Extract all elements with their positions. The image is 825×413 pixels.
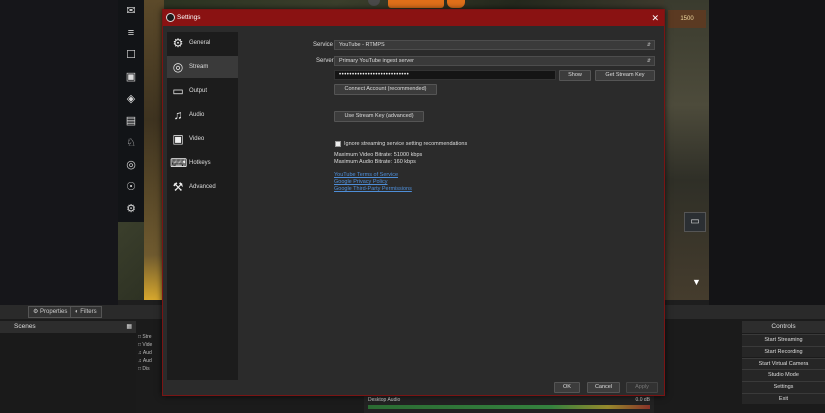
- volume-meter: [368, 405, 650, 409]
- nav-item-label: Output: [189, 88, 208, 94]
- properties-button[interactable]: ⚙ Properties: [28, 306, 73, 318]
- speaker-icon: ♫: [173, 108, 183, 122]
- properties-label: Properties: [40, 309, 68, 315]
- antenna-icon: ◎: [172, 60, 184, 74]
- ignore-recommendations-checkbox[interactable]: [335, 141, 341, 147]
- start-recording-button[interactable]: Start Recording: [742, 345, 825, 358]
- ignore-recommendations-label: Ignore streaming service setting recomme…: [344, 141, 468, 147]
- chat-icon[interactable]: ▭: [684, 212, 706, 232]
- connect-account-button[interactable]: Connect Account (recommended): [334, 84, 437, 95]
- layers-icon[interactable]: ◈: [124, 92, 138, 106]
- ok-button[interactable]: OK: [554, 382, 580, 393]
- scenes-header: Scenes ▦: [0, 321, 136, 333]
- source-name: Vide: [142, 342, 153, 348]
- google-permissions-link[interactable]: Google Third-Party Permissions: [334, 186, 412, 192]
- scenes-list[interactable]: [0, 333, 136, 413]
- output-icon: ▭: [172, 84, 184, 98]
- source-name: Dis: [142, 366, 150, 372]
- nav-item-advanced[interactable]: ⚒ Advanced: [167, 176, 238, 198]
- nav-item-label: Hotkeys: [189, 160, 211, 166]
- filters-button[interactable]: ◐ Filters: [70, 306, 102, 318]
- studio-mode-button[interactable]: Studio Mode: [742, 369, 825, 381]
- cancel-button[interactable]: Cancel: [587, 382, 620, 393]
- mixer-channel-value: 0.0 dB: [635, 397, 650, 403]
- top-hud-banner: [388, 0, 444, 8]
- nav-item-label: Advanced: [189, 184, 216, 190]
- controls-panel: Start Streaming Start Recording Start Vi…: [742, 334, 825, 413]
- settings-button[interactable]: Settings: [742, 381, 825, 393]
- score-badge: 1500: [668, 10, 706, 28]
- service-label: Service: [313, 42, 334, 48]
- preview-game-right: [664, 0, 709, 300]
- gear-icon: ⚙: [172, 36, 184, 50]
- keyboard-icon: ⌨: [170, 156, 188, 170]
- max-audio-bitrate: Maximum Audio Bitrate: 160 kbps: [334, 159, 416, 165]
- settings-dialog: Settings ✕ ⚙ General ◎ Stream ▭ Output ♫…: [162, 9, 665, 396]
- exit-button[interactable]: Exit: [742, 392, 825, 405]
- mixer-channel-label: Desktop Audio: [368, 397, 401, 403]
- list-icon[interactable]: ≡: [124, 26, 138, 40]
- nav-item-output[interactable]: ▭ Output: [167, 80, 238, 102]
- clipboard-icon[interactable]: ☐: [124, 48, 138, 62]
- source-name: Stre: [142, 334, 152, 340]
- nav-item-hotkeys[interactable]: ⌨ Hotkeys: [167, 152, 238, 174]
- dialog-titlebar[interactable]: Settings ✕: [163, 10, 664, 26]
- nav-item-audio[interactable]: ♫ Audio: [167, 104, 238, 126]
- game-side-toolbar: ✉ ≡ ☐ ▣ ◈ ▤ ♘ ◎ ☉ ⚙: [118, 0, 144, 222]
- chevron-updown-icon: ⇵: [646, 58, 651, 64]
- start-streaming-button[interactable]: Start Streaming: [742, 334, 825, 346]
- top-hud-badge: [447, 0, 465, 8]
- background-left-panel: [0, 0, 118, 305]
- obs-logo-icon: [166, 13, 175, 22]
- nav-item-video[interactable]: ▣ Video: [167, 128, 238, 150]
- start-virtual-camera-button[interactable]: Start Virtual Camera: [742, 357, 825, 370]
- network-icon[interactable]: ☉: [124, 180, 138, 194]
- use-stream-key-button[interactable]: Use Stream Key (advanced): [334, 111, 424, 122]
- monitor-icon: ▣: [172, 132, 184, 146]
- nav-item-label: Audio: [189, 112, 205, 118]
- nav-item-stream[interactable]: ◎ Stream: [167, 56, 238, 78]
- inbox-icon[interactable]: ✉: [124, 4, 138, 18]
- service-select[interactable]: YouTube - RTMPS ⇵: [334, 40, 655, 50]
- nav-item-general[interactable]: ⚙ General: [167, 32, 238, 54]
- audio-mixer: Desktop Audio 0.0 dB: [364, 396, 654, 413]
- gear-icon[interactable]: ⚙: [124, 202, 138, 216]
- controls-header: Controls: [742, 321, 825, 333]
- server-value: Primary YouTube ingest server: [339, 58, 414, 64]
- preview-game-strip: [144, 0, 164, 300]
- apply-button[interactable]: Apply: [626, 382, 658, 393]
- nav-item-label: Stream: [189, 64, 209, 70]
- background-right-panel: [709, 0, 825, 305]
- box-icon[interactable]: ▣: [124, 70, 138, 84]
- close-icon[interactable]: ✕: [651, 10, 659, 26]
- trophy-icon[interactable]: ♘: [124, 136, 138, 150]
- google-privacy-link[interactable]: Google Privacy Policy: [334, 179, 388, 185]
- nav-item-label: General: [189, 40, 211, 46]
- nav-item-label: Video: [189, 136, 205, 142]
- stream-key-input[interactable]: •••••••••••••••••••••••••••: [334, 70, 556, 80]
- max-video-bitrate: Maximum Video Bitrate: 51000 kbps: [334, 152, 423, 158]
- target-icon[interactable]: ◎: [124, 158, 138, 172]
- youtube-tos-link[interactable]: YouTube Terms of Service: [334, 172, 398, 178]
- server-select[interactable]: Primary YouTube ingest server ⇵: [334, 56, 655, 66]
- filters-label: Filters: [80, 309, 97, 315]
- chevron-updown-icon: ⇵: [646, 42, 651, 48]
- server-label: Server: [316, 58, 334, 64]
- service-value: YouTube - RTMPS: [339, 42, 385, 48]
- tools-icon: ⚒: [172, 180, 184, 194]
- get-stream-key-button[interactable]: Get Stream Key: [595, 70, 655, 81]
- undock-icon[interactable]: ▦: [126, 321, 132, 333]
- scenes-title: Scenes: [14, 323, 36, 330]
- source-name: Aud: [142, 350, 152, 356]
- quest-icon[interactable]: ▤: [124, 114, 138, 128]
- settings-nav: ⚙ General ◎ Stream ▭ Output ♫ Audio ▣ Vi…: [167, 32, 238, 380]
- funnel-icon[interactable]: ▼: [692, 277, 701, 287]
- show-key-button[interactable]: Show: [559, 70, 591, 81]
- dialog-title: Settings: [177, 14, 201, 21]
- source-name: Aud: [142, 358, 152, 364]
